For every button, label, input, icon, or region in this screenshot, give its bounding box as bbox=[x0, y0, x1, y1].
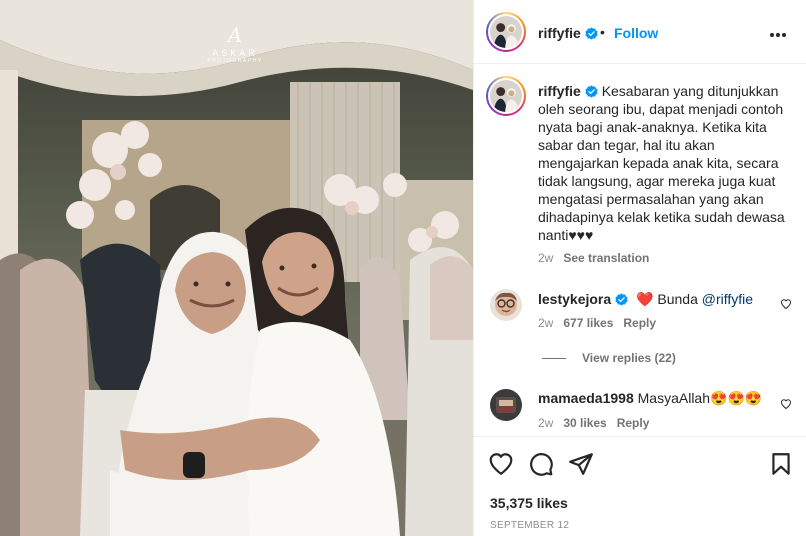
see-translation-link[interactable]: See translation bbox=[563, 251, 649, 265]
comments-section: riffyfie Kesabaran yang ditunjukkan oleh… bbox=[474, 64, 806, 436]
comment-meta: 2w 30 likes Reply bbox=[538, 416, 649, 430]
watermark-subtitle: PHOTOGRAPHY bbox=[207, 58, 263, 64]
comment-body: mamaeda1998 MasyaAllah😍😍😍 bbox=[538, 390, 762, 407]
comment-icon[interactable] bbox=[528, 451, 554, 477]
caption-username[interactable]: riffyfie bbox=[538, 83, 581, 99]
comment-age: 2w bbox=[538, 316, 554, 330]
comment-age: 2w bbox=[538, 416, 554, 430]
caption-author-avatar[interactable] bbox=[486, 76, 526, 116]
post-photo[interactable]: A ASKAR PHOTOGRAPHY bbox=[0, 0, 473, 536]
comment-avatar[interactable] bbox=[490, 389, 522, 421]
watermark-name: ASKAR bbox=[212, 48, 258, 58]
caption-text: Kesabaran yang ditunjukkan oleh seorang … bbox=[538, 83, 785, 243]
likes-count[interactable]: 35,375 likes bbox=[490, 495, 568, 511]
header-separator: • bbox=[600, 24, 605, 40]
reply-button[interactable]: Reply bbox=[623, 316, 656, 330]
avatar-image bbox=[490, 80, 522, 112]
view-replies-label[interactable]: View replies (22) bbox=[582, 351, 676, 365]
share-icon[interactable] bbox=[568, 451, 594, 477]
avatar-image bbox=[490, 16, 522, 48]
author-username[interactable]: riffyfie bbox=[538, 25, 598, 41]
caption-age: 2w bbox=[538, 251, 554, 265]
post-side-panel: riffyfie • Follow riffyfie Kesabaran yan… bbox=[473, 0, 806, 536]
heart-eyes-emoji: 😍😍😍 bbox=[710, 390, 763, 406]
comment-body: lestykejora ❤️ Bunda @riffyfie bbox=[538, 291, 753, 308]
post-photo-illustration bbox=[0, 0, 473, 536]
view-replies-button[interactable]: View replies (22) bbox=[542, 351, 676, 365]
comment-text: MasyaAllah bbox=[637, 390, 711, 406]
post-caption: riffyfie Kesabaran yang ditunjukkan oleh… bbox=[538, 82, 788, 244]
photographer-watermark: A ASKAR PHOTOGRAPHY bbox=[200, 24, 270, 64]
comment-likes[interactable]: 677 likes bbox=[563, 316, 613, 330]
comment-avatar[interactable] bbox=[490, 289, 522, 321]
view-replies-line bbox=[542, 358, 566, 360]
comment-like-heart-icon[interactable] bbox=[780, 398, 792, 410]
verified-badge-icon bbox=[585, 27, 598, 40]
author-avatar[interactable] bbox=[486, 12, 526, 52]
comment-username[interactable]: lestykejora bbox=[538, 291, 611, 307]
follow-button[interactable]: Follow bbox=[614, 25, 658, 41]
comment-like-heart-icon[interactable] bbox=[780, 298, 792, 310]
reply-button[interactable]: Reply bbox=[617, 416, 650, 430]
avatar-image bbox=[490, 289, 522, 321]
heart-icon[interactable] bbox=[488, 451, 514, 477]
bookmark-icon[interactable] bbox=[768, 451, 794, 477]
verified-badge-icon bbox=[615, 293, 628, 306]
author-username-text[interactable]: riffyfie bbox=[538, 25, 581, 41]
caption-meta: 2w See translation bbox=[538, 251, 649, 265]
post-header: riffyfie • Follow bbox=[474, 0, 806, 64]
comment-meta: 2w 677 likes Reply bbox=[538, 316, 656, 330]
red-heart-emoji: ❤️ bbox=[636, 291, 654, 307]
avatar-image bbox=[490, 389, 522, 421]
post-date: SEPTEMBER 12 bbox=[490, 520, 570, 531]
verified-badge-icon bbox=[585, 85, 598, 98]
post-actions: 35,375 likes SEPTEMBER 12 bbox=[474, 436, 806, 536]
comment-likes[interactable]: 30 likes bbox=[563, 416, 606, 430]
more-icon[interactable] bbox=[770, 24, 788, 38]
watermark-mark: A bbox=[227, 23, 243, 47]
comment-mention[interactable]: @riffyfie bbox=[702, 291, 753, 307]
comment-username[interactable]: mamaeda1998 bbox=[538, 390, 634, 406]
comment-text: Bunda bbox=[657, 291, 702, 307]
